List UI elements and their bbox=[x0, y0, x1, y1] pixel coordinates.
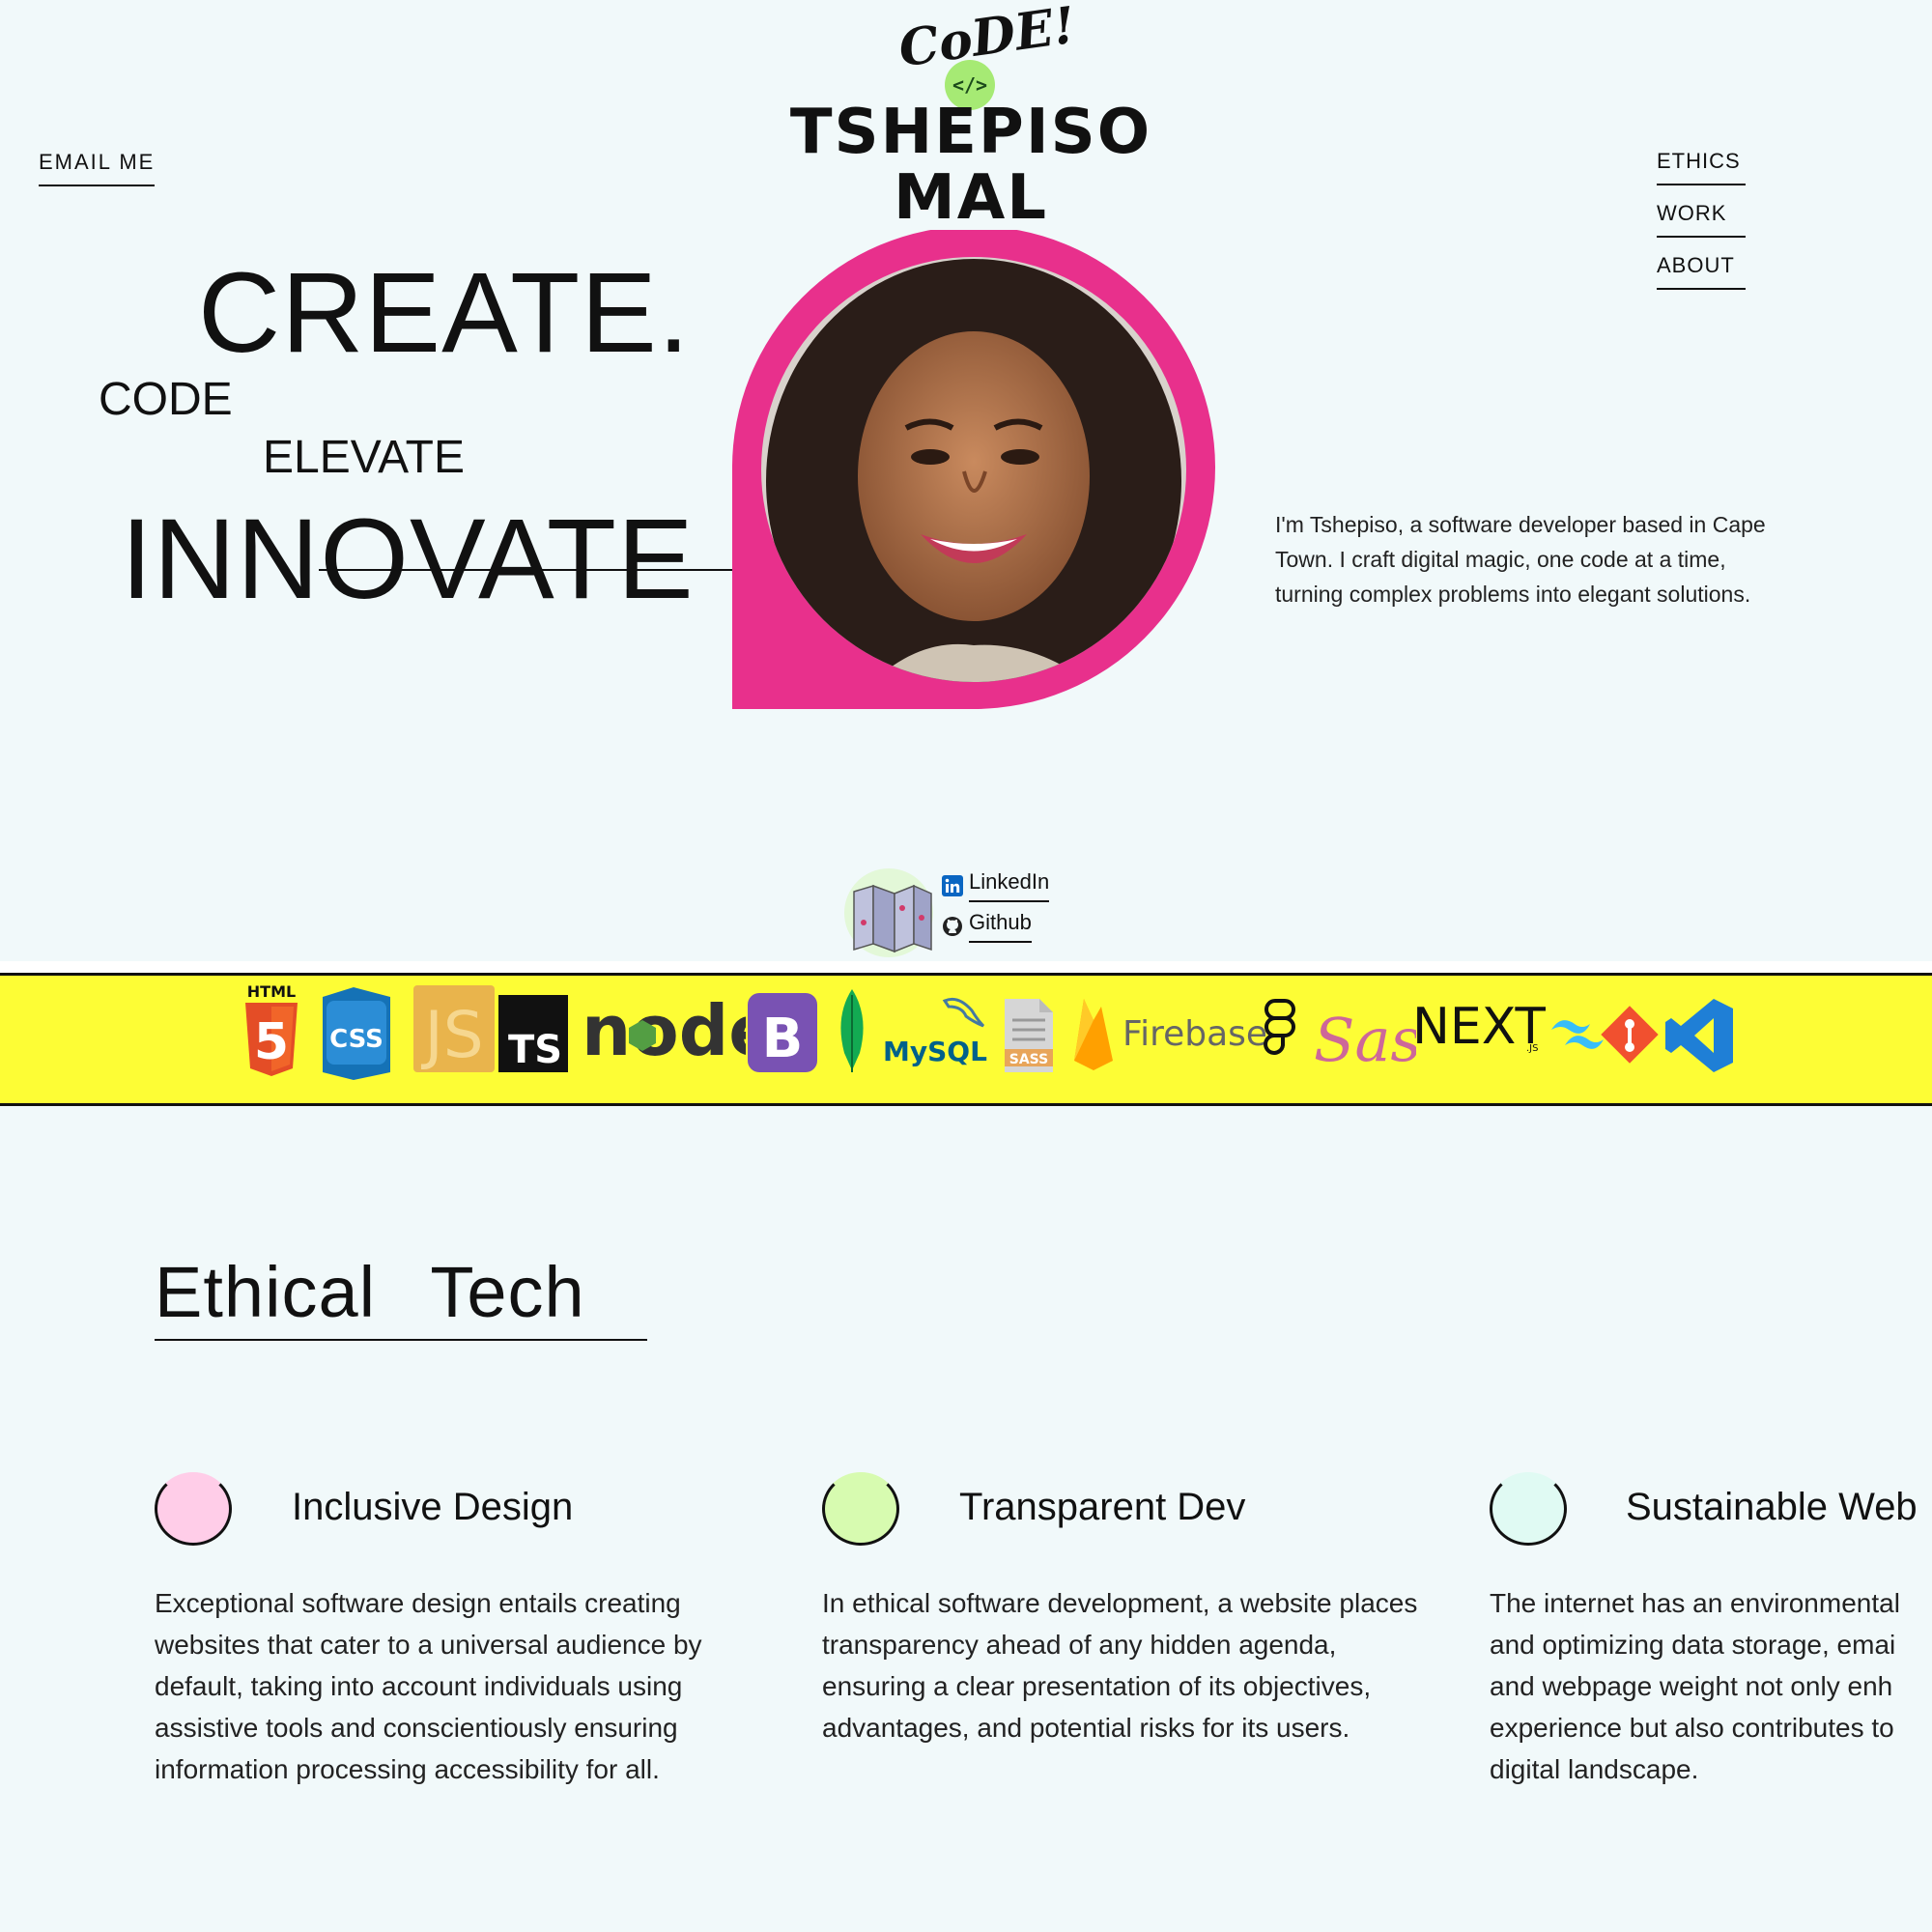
linkedin-link[interactable]: LinkedIn bbox=[942, 869, 1050, 902]
github-label: Github bbox=[969, 910, 1032, 943]
card-text-inclusive-design: Exceptional software design entails crea… bbox=[155, 1588, 702, 1784]
html5-caption: HTML bbox=[247, 982, 296, 1001]
face bbox=[858, 331, 1090, 621]
sass-caption: Sass bbox=[1314, 1005, 1416, 1075]
nextjs-icon: NEXT .JS bbox=[1412, 998, 1546, 1056]
css-icon: CSS bbox=[323, 987, 390, 1080]
nextjs-subcaption: .JS bbox=[1526, 1043, 1538, 1054]
card-text-transparent-dev: In ethical software development, a websi… bbox=[822, 1588, 1418, 1743]
site-name-line1: TSHEPISO bbox=[789, 97, 1152, 168]
nav-ethics[interactable]: ETHICS bbox=[1657, 145, 1746, 185]
card-title-inclusive-design: Inclusive Design bbox=[292, 1486, 574, 1528]
map-icon bbox=[844, 868, 933, 957]
intro-text: I'm Tshepiso, a software developer based… bbox=[1275, 512, 1766, 607]
nav-work[interactable]: WORK bbox=[1657, 197, 1746, 238]
band-gap bbox=[0, 961, 1932, 973]
hero-divider-line bbox=[319, 569, 734, 571]
mysql-caption: MySQL bbox=[883, 1036, 987, 1067]
git-icon bbox=[1601, 1006, 1659, 1064]
firebase-caption: Firebase bbox=[1122, 1014, 1265, 1054]
css-caption: CSS bbox=[329, 1025, 384, 1054]
github-link[interactable]: Github bbox=[942, 910, 1032, 943]
sass-file-caption: SASS bbox=[1009, 1052, 1048, 1067]
firebase-icon bbox=[1074, 999, 1113, 1070]
main-nav: ETHICS WORK ABOUT bbox=[1657, 145, 1746, 301]
profile-photo-frame bbox=[732, 230, 1215, 709]
html5-number: 5 bbox=[254, 1013, 289, 1071]
bootstrap-caption: B bbox=[762, 1008, 804, 1070]
card-text-sustainable-web: The internet has an environmental and op… bbox=[1490, 1588, 1900, 1784]
hero-word-elevate: ELEVATE bbox=[263, 432, 465, 483]
github-icon bbox=[943, 917, 962, 936]
hero-word-create: CREATE. bbox=[198, 249, 691, 377]
figma-icon bbox=[1264, 999, 1295, 1055]
card-title-transparent-dev: Transparent Dev bbox=[959, 1486, 1246, 1528]
linkedin-label: LinkedIn bbox=[969, 869, 1050, 902]
sass-file-icon: SASS bbox=[1005, 999, 1053, 1072]
sass-icon: Sass bbox=[1314, 1005, 1416, 1075]
mongodb-icon bbox=[840, 989, 864, 1072]
hero-word-innovate: INNOVATE bbox=[121, 496, 695, 623]
sustainable-web-icon bbox=[1490, 1472, 1567, 1546]
node-icon: node bbox=[582, 990, 746, 1071]
bootstrap-icon: B bbox=[748, 993, 817, 1072]
node-caption: node bbox=[582, 990, 746, 1071]
email-me-link[interactable]: EMAIL ME bbox=[39, 150, 156, 186]
card-title-sustainable-web: Sustainable Web bbox=[1626, 1486, 1918, 1528]
site-name-line2: MAL bbox=[894, 162, 1048, 234]
js-caption: JS bbox=[420, 998, 483, 1072]
ethics-section-title: Ethical Tech bbox=[155, 1251, 647, 1341]
nav-about[interactable]: ABOUT bbox=[1657, 249, 1746, 290]
js-icon: JS bbox=[413, 985, 495, 1072]
transparent-dev-icon bbox=[822, 1472, 899, 1546]
ts-caption: TS bbox=[508, 1028, 562, 1072]
ts-icon: TS bbox=[498, 995, 568, 1072]
vscode-icon bbox=[1665, 999, 1733, 1072]
inclusive-design-icon bbox=[155, 1472, 232, 1546]
hero-word-code: CODE bbox=[99, 374, 233, 425]
linkedin-icon bbox=[942, 875, 963, 896]
mysql-icon: MySQL bbox=[883, 997, 987, 1067]
firebase-text: Firebase bbox=[1122, 1014, 1265, 1054]
html5-icon: HTML 5 bbox=[245, 982, 298, 1076]
